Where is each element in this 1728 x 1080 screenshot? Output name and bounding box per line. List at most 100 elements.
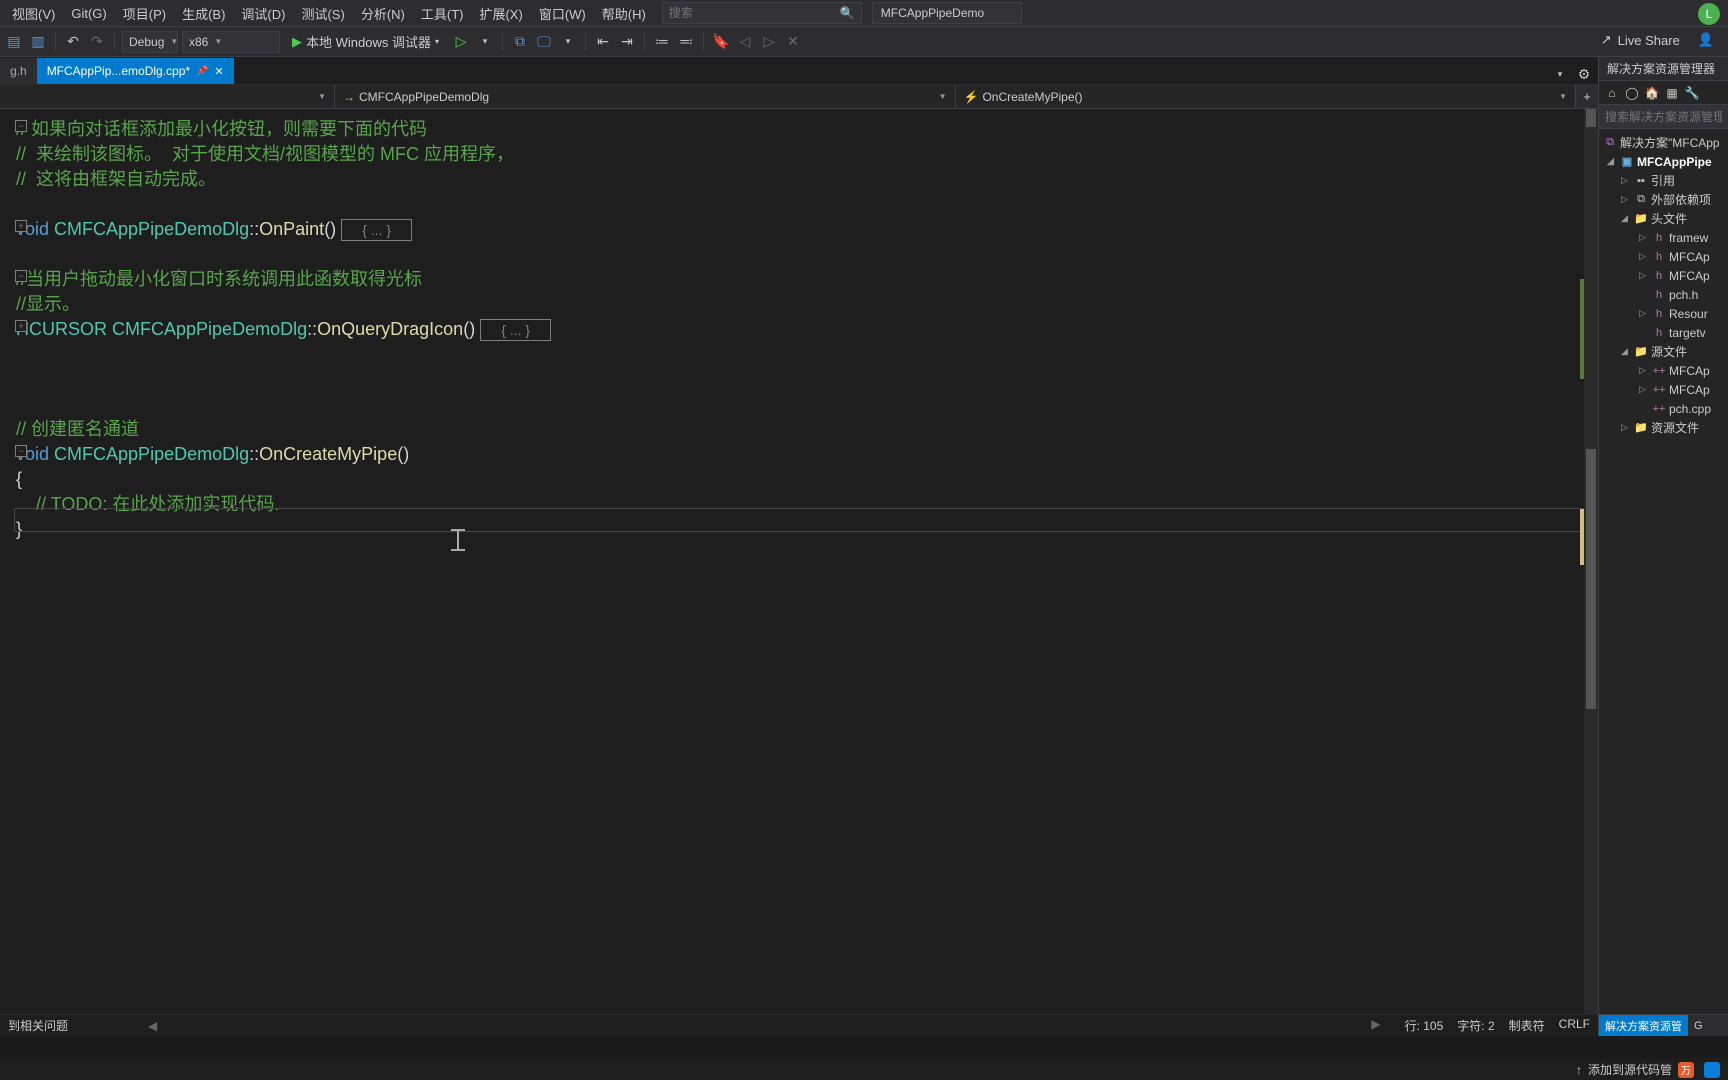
- play-no-debug-icon[interactable]: ▷: [451, 32, 471, 52]
- tree-file[interactable]: ▷++MFCAp: [1599, 361, 1728, 380]
- scroll-arrow-up[interactable]: [1586, 109, 1596, 127]
- expand-icon[interactable]: ▷: [1621, 194, 1631, 205]
- pin-icon[interactable]: 📌: [196, 66, 208, 77]
- tree-resources-folder[interactable]: ▷ 📁 资源文件: [1599, 418, 1728, 437]
- debug-target-dropdown-icon[interactable]: ▾: [475, 32, 495, 52]
- scroll-right-icon[interactable]: ▶: [1371, 1017, 1380, 1034]
- collapse-icon[interactable]: ◢: [1621, 213, 1631, 224]
- menu-git[interactable]: Git(G): [63, 2, 114, 25]
- fold-expand-icon[interactable]: +: [15, 220, 27, 232]
- tab-inactive[interactable]: g.h: [0, 58, 37, 84]
- live-share-button[interactable]: ↗ Live Share 👤: [1601, 32, 1714, 48]
- tab-dropdown-icon[interactable]: ▾: [1550, 64, 1570, 84]
- new-window-icon[interactable]: ⧉: [510, 32, 530, 52]
- scroll-left-icon[interactable]: ◀: [148, 1019, 157, 1033]
- expand-icon[interactable]: ▷: [1621, 175, 1631, 186]
- menu-debug[interactable]: 调试(D): [233, 0, 293, 27]
- expand-icon[interactable]: ▷: [1639, 384, 1649, 395]
- outdent-icon[interactable]: ⇥: [617, 32, 637, 52]
- show-all-icon[interactable]: ▦: [1663, 84, 1681, 102]
- search-input[interactable]: [669, 6, 829, 20]
- expand-icon[interactable]: ▷: [1639, 365, 1649, 376]
- close-icon[interactable]: ✕: [215, 65, 224, 78]
- tree-file[interactable]: ▷hMFCAp: [1599, 266, 1728, 285]
- tree-solution-root[interactable]: ⧉ 解决方案"MFCApp: [1599, 133, 1728, 152]
- source-control-status[interactable]: ↑ 添加到源代码管 万: [1576, 1061, 1720, 1078]
- expand-icon[interactable]: ▷: [1639, 308, 1649, 319]
- expand-icon[interactable]: ▷: [1621, 422, 1631, 433]
- bookmark-next-icon[interactable]: ▷: [759, 32, 779, 52]
- solution-search-input[interactable]: [1599, 105, 1728, 128]
- tree-file[interactable]: ++pch.cpp: [1599, 399, 1728, 418]
- menu-tools[interactable]: 工具(T): [413, 0, 472, 27]
- tree-file[interactable]: hpch.h: [1599, 285, 1728, 304]
- folded-region[interactable]: { ... }: [480, 319, 551, 341]
- line-number-label[interactable]: 行: 105: [1405, 1017, 1444, 1034]
- tree-headers-folder[interactable]: ◢ 📁 头文件: [1599, 209, 1728, 228]
- nav-class[interactable]: → CMFCAppPipeDemoDlg ▼: [335, 85, 956, 108]
- tree-sources-folder[interactable]: ◢ 📁 源文件: [1599, 342, 1728, 361]
- menu-extensions[interactable]: 扩展(X): [471, 0, 530, 27]
- collapse-icon[interactable]: ◢: [1621, 346, 1631, 357]
- fold-collapse-icon[interactable]: −: [15, 270, 27, 282]
- issues-label[interactable]: 到相关问题: [8, 1017, 68, 1034]
- properties-icon[interactable]: 🔧: [1683, 84, 1701, 102]
- dropdown-icon[interactable]: ▾: [558, 32, 578, 52]
- bookmark-icon[interactable]: 🔖: [711, 32, 731, 52]
- tree-file[interactable]: ▷++MFCAp: [1599, 380, 1728, 399]
- editor-scrollbar[interactable]: [1584, 109, 1598, 1014]
- user-avatar[interactable]: L: [1698, 3, 1720, 25]
- menu-analyze[interactable]: 分析(N): [353, 0, 413, 27]
- tree-external-deps[interactable]: ▷ ⧉ 外部依赖项: [1599, 190, 1728, 209]
- comment-icon[interactable]: ≔: [652, 32, 672, 52]
- fold-collapse-icon[interactable]: −: [15, 445, 27, 457]
- line-ending-label[interactable]: CRLF: [1559, 1017, 1590, 1034]
- folded-region[interactable]: { ... }: [341, 219, 412, 241]
- menu-view[interactable]: 视图(V): [4, 0, 63, 27]
- git-changes-tab[interactable]: G: [1688, 1020, 1709, 1032]
- solution-explorer-tab[interactable]: 解决方案资源管: [1599, 1015, 1688, 1036]
- tree-file[interactable]: ▷hframew: [1599, 228, 1728, 247]
- menu-window[interactable]: 窗口(W): [531, 0, 594, 27]
- indent-icon[interactable]: ⇤: [593, 32, 613, 52]
- settings-icon[interactable]: ⚙: [1574, 64, 1594, 84]
- screen-icon[interactable]: 🖵: [534, 32, 554, 52]
- save-all-icon[interactable]: ▥: [28, 32, 48, 52]
- collapse-icon[interactable]: ◢: [1607, 156, 1617, 167]
- tree-file[interactable]: htargetv: [1599, 323, 1728, 342]
- platform-combo[interactable]: x86 ▼: [182, 31, 280, 53]
- app-icon-2[interactable]: [1704, 1062, 1720, 1078]
- nav-scope[interactable]: ▼: [0, 85, 335, 108]
- start-debug-button[interactable]: ▶ 本地 Windows 调试器 ▾: [284, 31, 447, 53]
- save-icon[interactable]: ▤: [4, 32, 24, 52]
- redo-icon[interactable]: ↷: [87, 32, 107, 52]
- menu-help[interactable]: 帮助(H): [594, 0, 654, 27]
- indent-label[interactable]: 制表符: [1509, 1017, 1545, 1034]
- nav-member[interactable]: ⚡ OnCreateMyPipe() ▼: [956, 85, 1577, 108]
- bookmark-prev-icon[interactable]: ◁: [735, 32, 755, 52]
- app-icon-1[interactable]: 万: [1678, 1062, 1694, 1078]
- tree-references[interactable]: ▷ ▪▪ 引用: [1599, 171, 1728, 190]
- menu-test[interactable]: 测试(S): [293, 0, 352, 27]
- project-selector[interactable]: MFCAppPipeDemo: [872, 2, 1022, 24]
- bookmark-clear-icon[interactable]: ✕: [783, 32, 803, 52]
- expand-icon[interactable]: ▷: [1639, 232, 1649, 243]
- tab-active[interactable]: MFCAppPip...emoDlg.cpp* 📌 ✕: [37, 58, 234, 84]
- tree-project[interactable]: ◢ ▣ MFCAppPipe: [1599, 152, 1728, 171]
- menu-build[interactable]: 生成(B): [174, 0, 233, 27]
- scroll-thumb[interactable]: [1586, 449, 1596, 709]
- solution-search[interactable]: [1599, 105, 1728, 129]
- expand-icon[interactable]: ▷: [1639, 251, 1649, 262]
- code-editor[interactable]: − // 如果向对话框添加最小化按钮，则需要下面的代码 // 来绘制该图标。 对…: [0, 109, 1598, 1014]
- tree-file[interactable]: ▷hResour: [1599, 304, 1728, 323]
- config-combo[interactable]: Debug ▼: [122, 31, 178, 53]
- fold-collapse-icon[interactable]: −: [15, 120, 27, 132]
- menu-project[interactable]: 项目(P): [115, 0, 174, 27]
- search-icon[interactable]: 🔍: [840, 6, 855, 20]
- uncomment-icon[interactable]: ≕: [676, 32, 696, 52]
- back-icon[interactable]: ◯: [1623, 84, 1641, 102]
- split-editor-button[interactable]: +: [1576, 85, 1598, 108]
- fold-expand-icon[interactable]: +: [15, 320, 27, 332]
- sync-icon[interactable]: 🏠: [1643, 84, 1661, 102]
- undo-icon[interactable]: ↶: [63, 32, 83, 52]
